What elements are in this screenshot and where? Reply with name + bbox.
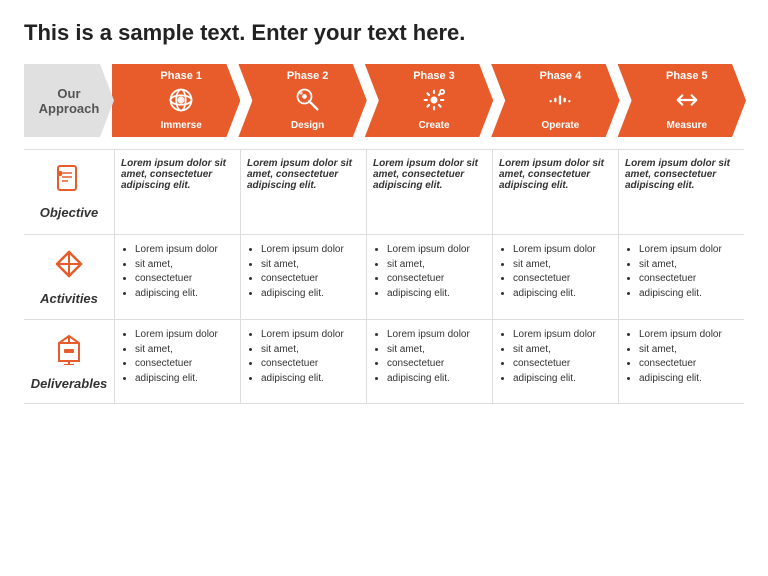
- deliverables-cells: Lorem ipsum dolorsit amet,consectetuerad…: [114, 320, 744, 403]
- phase-2-arrow: Phase 2 Design: [238, 64, 366, 137]
- phase-5-icon: [673, 86, 701, 118]
- phase-1-name: Immerse: [161, 120, 202, 131]
- phase-3-name: Create: [418, 120, 449, 131]
- objective-cell-5: Lorem ipsum dolor sit amet, consectetuer…: [618, 150, 744, 234]
- deliverables-icon: [54, 333, 84, 372]
- phase-5-label: Phase 5: [666, 70, 708, 82]
- objective-header: Objective: [24, 150, 114, 234]
- phase-1-arrow: Phase 1 Immerse: [112, 64, 240, 137]
- phase-2-icon: [294, 86, 322, 118]
- objective-cell-2: Lorem ipsum dolor sit amet, consectetuer…: [240, 150, 366, 234]
- activities-cell-1: Lorem ipsum dolorsit amet,consectetuerad…: [114, 235, 240, 319]
- activities-header: Activities: [24, 235, 114, 319]
- deliverables-row: Deliverables Lorem ipsum dolorsit amet,c…: [24, 319, 744, 404]
- phase-1-icon: [167, 86, 195, 118]
- deliverables-label: Deliverables: [31, 376, 108, 391]
- phase-3-arrow: Phase 3 Create: [365, 64, 493, 137]
- objective-label: Objective: [40, 205, 99, 220]
- table-section: Objective Lorem ipsum dolor sit amet, co…: [24, 149, 744, 404]
- page: This is a sample text. Enter your text h…: [0, 0, 768, 576]
- phase-3-icon: [420, 86, 448, 118]
- phase-4-label: Phase 4: [540, 70, 582, 82]
- deliverables-cell-1: Lorem ipsum dolorsit amet,consectetuerad…: [114, 320, 240, 403]
- our-approach-label: OurApproach: [24, 64, 114, 137]
- deliverables-cell-3: Lorem ipsum dolorsit amet,consectetuerad…: [366, 320, 492, 403]
- phases-row: OurApproach Phase 1 Immerse Phase 2: [24, 64, 744, 137]
- deliverables-cell-2: Lorem ipsum dolorsit amet,consectetuerad…: [240, 320, 366, 403]
- activities-cell-4: Lorem ipsum dolorsit amet,consectetuerad…: [492, 235, 618, 319]
- phase-3-label: Phase 3: [413, 70, 455, 82]
- deliverables-cell-5: Lorem ipsum dolorsit amet,consectetuerad…: [618, 320, 744, 403]
- activities-cell-2: Lorem ipsum dolorsit amet,consectetuerad…: [240, 235, 366, 319]
- phase-2-label: Phase 2: [287, 70, 329, 82]
- phase-4-icon: [546, 86, 574, 118]
- objective-cells: Lorem ipsum dolor sit amet, consectetuer…: [114, 150, 744, 234]
- objective-row: Objective Lorem ipsum dolor sit amet, co…: [24, 149, 744, 234]
- objective-cell-4: Lorem ipsum dolor sit amet, consectetuer…: [492, 150, 618, 234]
- activities-cell-3: Lorem ipsum dolorsit amet,consectetuerad…: [366, 235, 492, 319]
- phase-4-arrow: Phase 4 Operate: [491, 64, 619, 137]
- activities-cells: Lorem ipsum dolorsit amet,consectetuerad…: [114, 235, 744, 319]
- phase-4-name: Operate: [542, 120, 580, 131]
- phase-1-label: Phase 1: [160, 70, 202, 82]
- objective-icon: [54, 164, 84, 201]
- objective-cell-1: Lorem ipsum dolor sit amet, consectetuer…: [114, 150, 240, 234]
- phase-5-name: Measure: [667, 120, 708, 131]
- deliverables-header: Deliverables: [24, 320, 114, 403]
- activities-icon: [53, 248, 85, 287]
- activities-row: Activities Lorem ipsum dolorsit amet,con…: [24, 234, 744, 319]
- activities-label: Activities: [40, 291, 98, 306]
- phase-2-name: Design: [291, 120, 324, 131]
- objective-cell-3: Lorem ipsum dolor sit amet, consectetuer…: [366, 150, 492, 234]
- activities-cell-5: Lorem ipsum dolorsit amet,consectetuerad…: [618, 235, 744, 319]
- phase-5-arrow: Phase 5 Measure: [618, 64, 746, 137]
- page-title: This is a sample text. Enter your text h…: [24, 20, 744, 46]
- deliverables-cell-4: Lorem ipsum dolorsit amet,consectetuerad…: [492, 320, 618, 403]
